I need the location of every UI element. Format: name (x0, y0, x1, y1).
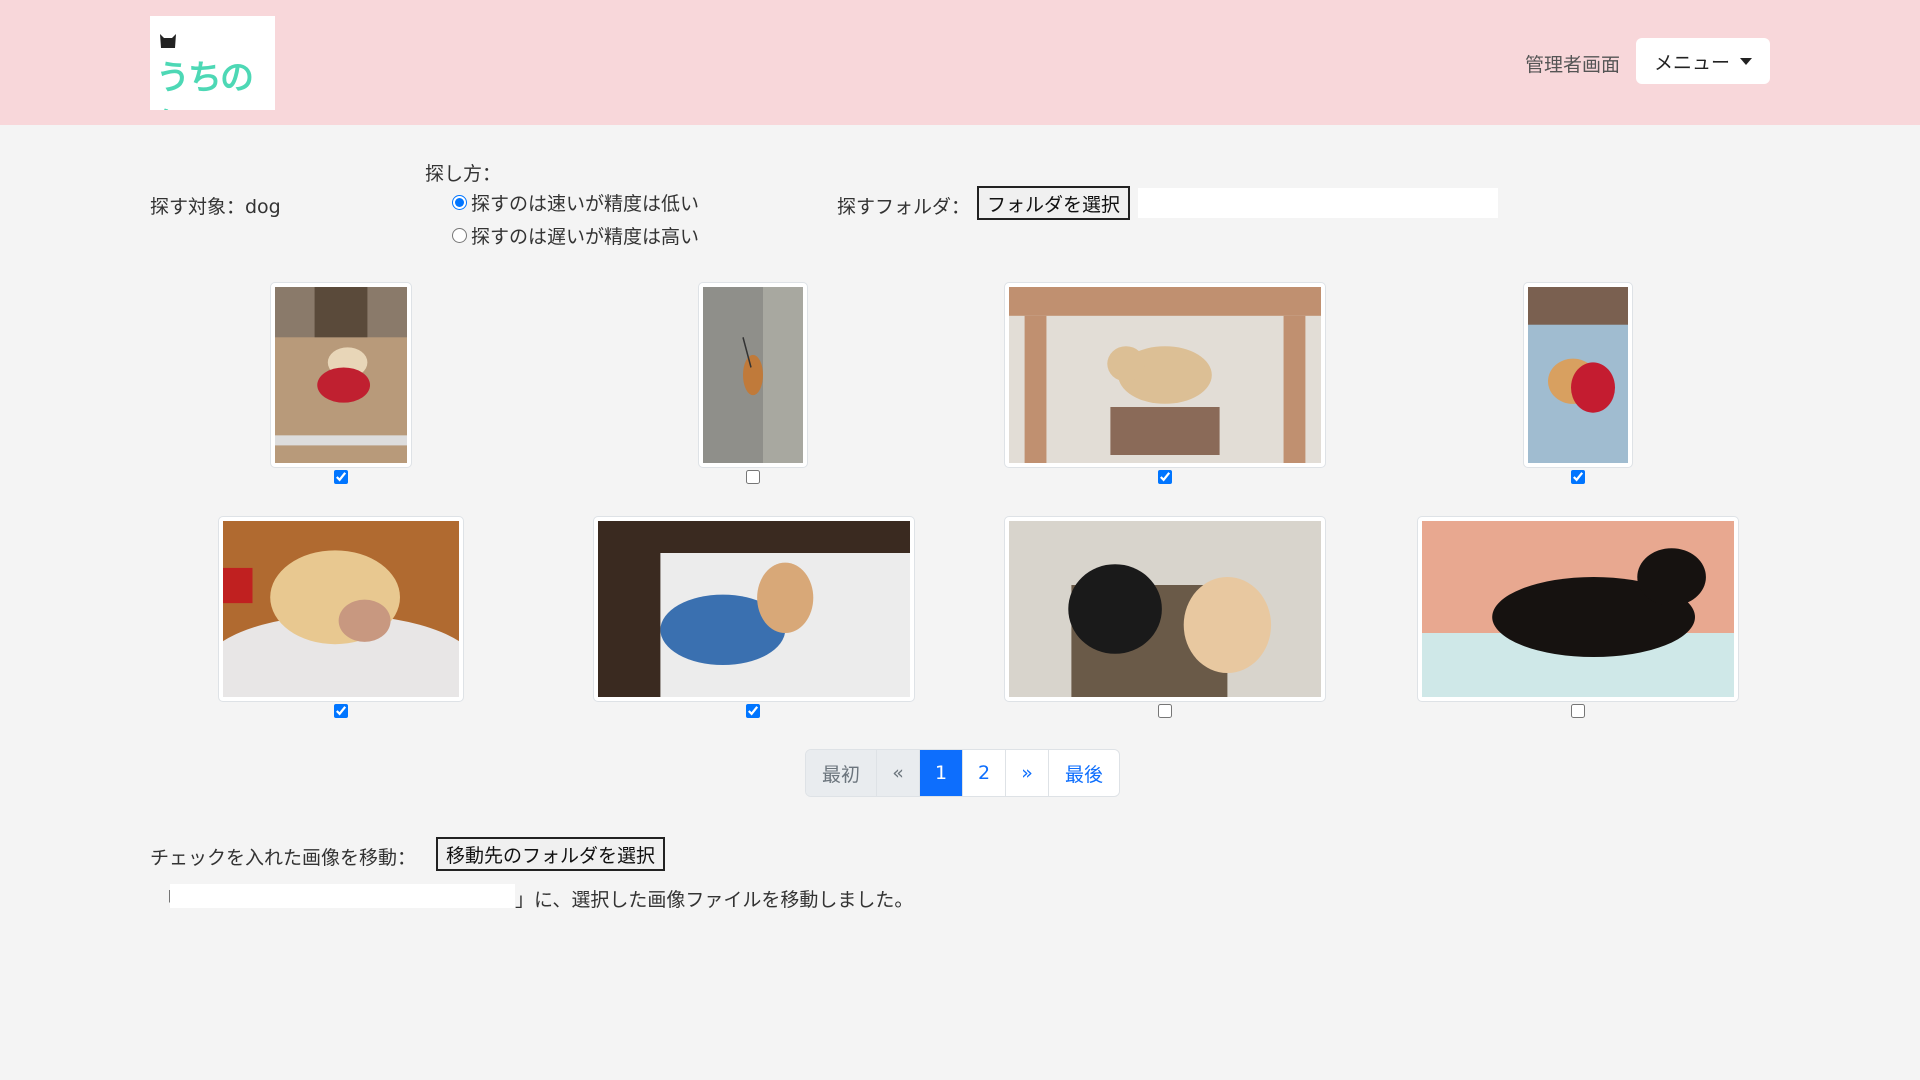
radio-fast[interactable] (452, 195, 467, 210)
search-method-accurate[interactable]: 探すのは遅いが精度は高い (452, 222, 699, 249)
select-destination-button[interactable]: 移動先のフォルダを選択 (436, 837, 666, 871)
cat-silhouette-icon (160, 34, 176, 48)
select-checkbox[interactable] (1158, 470, 1172, 484)
page-prev[interactable]: « (877, 750, 920, 796)
thumbnail-image[interactable] (1417, 516, 1739, 702)
result-message: 」に、選択した画像ファイルを移動しました。 (515, 889, 914, 911)
search-method-fast[interactable]: 探すのは速いが精度は低い (452, 189, 699, 216)
search-folder-label: 探すフォルダ： (837, 196, 971, 218)
page-last[interactable]: 最後 (1049, 750, 1119, 796)
select-checkbox[interactable] (746, 470, 760, 484)
logo-text: うちの仔 (156, 58, 254, 110)
dog-photo (275, 287, 407, 463)
menu-label: メニュー (1653, 51, 1730, 74)
admin-link[interactable]: 管理者画面 (1525, 50, 1620, 77)
cat-photo (1422, 521, 1734, 697)
thumbnail-image[interactable] (1523, 282, 1633, 468)
cat-and-dog-photo (1009, 521, 1321, 697)
search-target-label: 探す対象：dog (150, 196, 281, 218)
thumbnail-image[interactable] (698, 282, 808, 468)
thumbnail-image[interactable] (218, 516, 464, 702)
caret-down-icon (1740, 57, 1752, 65)
dog-photo (1528, 287, 1628, 463)
dog-photo (1009, 287, 1321, 463)
select-checkbox[interactable] (746, 704, 760, 718)
move-label: チェックを入れた画像を移動： (150, 847, 417, 869)
page-1[interactable]: 1 (920, 750, 963, 796)
select-checkbox[interactable] (1158, 704, 1172, 718)
page-2[interactable]: 2 (963, 750, 1006, 796)
select-checkbox[interactable] (1571, 704, 1585, 718)
radio-accurate[interactable] (452, 228, 467, 243)
pagination: 最初 « 1 2 » 最後 (805, 749, 1120, 797)
menu-dropdown-button[interactable]: メニュー (1636, 38, 1770, 84)
site-logo[interactable]: うちの仔 (150, 16, 275, 110)
dog-photo (223, 521, 459, 697)
select-checkbox[interactable] (334, 704, 348, 718)
thumbnail-image[interactable] (270, 282, 412, 468)
dog-photo (598, 521, 910, 697)
select-checkbox[interactable] (1571, 470, 1585, 484)
search-method-label: 探し方： (425, 163, 502, 185)
radio-accurate-label: 探すのは遅いが精度は高い (471, 226, 700, 248)
header-bar: うちの仔 管理者画面 メニュー (0, 0, 1920, 125)
select-checkbox[interactable] (334, 470, 348, 484)
page-next[interactable]: » (1006, 750, 1049, 796)
result-folder-field (170, 884, 515, 908)
page-first[interactable]: 最初 (806, 750, 877, 796)
thumbnail-image[interactable] (1004, 516, 1326, 702)
select-folder-button[interactable]: フォルダを選択 (977, 186, 1131, 220)
thumbnail-image[interactable] (593, 516, 915, 702)
radio-fast-label: 探すのは速いが精度は低い (471, 193, 700, 215)
selected-folder-field (1138, 188, 1498, 218)
dog-photo (703, 287, 803, 463)
thumbnail-image[interactable] (1004, 282, 1326, 468)
